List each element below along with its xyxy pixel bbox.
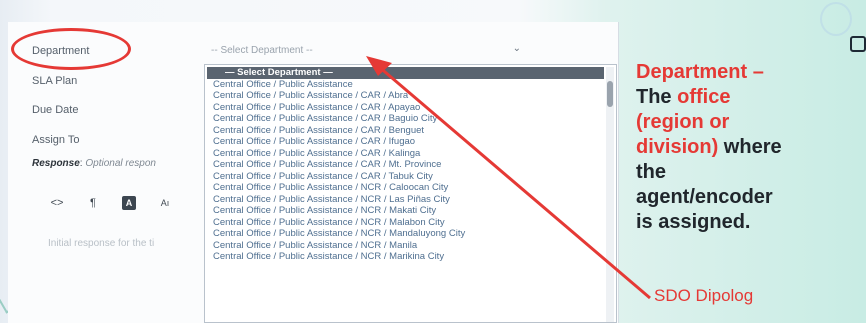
dropdown-option[interactable]: Central Office / Public Assistance / CAR…: [205, 125, 616, 137]
annotation-line3-red: division): [636, 136, 719, 158]
sla-plan-label: SLA Plan: [32, 75, 78, 87]
annotation-line6: is assigned.: [636, 211, 751, 233]
highlight-circle: [11, 28, 131, 70]
dropdown-option[interactable]: Central Office / Public Assistance / CAR…: [205, 171, 616, 183]
department-select[interactable]: -- Select Department -- ⌄: [207, 40, 529, 60]
editor-toolbar: <> ¶ A Aı: [50, 196, 172, 210]
code-view-icon[interactable]: <>: [50, 196, 64, 210]
annotation-line2: (region or: [636, 111, 730, 133]
dropdown-option[interactable]: Central Office / Public Assistance / CAR…: [205, 102, 616, 114]
department-dropdown-list[interactable]: — Select Department — Central Office / Pu…: [204, 64, 617, 323]
response-editor-placeholder[interactable]: Initial response for the ti: [48, 238, 154, 249]
dropdown-option[interactable]: Central Office / Public Assistance / CAR…: [205, 148, 616, 160]
dropdown-option[interactable]: Central Office / Public Assistance / NCR…: [205, 240, 616, 252]
dropdown-option[interactable]: Central Office / Public Assistance: [205, 79, 616, 91]
dropdown-option[interactable]: Central Office / Public Assistance / CAR…: [205, 90, 616, 102]
due-date-label: Due Date: [32, 104, 79, 116]
dropdown-option[interactable]: Central Office / Public Assistance / NCR…: [205, 205, 616, 217]
annotation-line5: agent/encoder: [636, 186, 773, 208]
annotation-title: Department –: [636, 61, 764, 83]
dropdown-scroll-thumb[interactable]: [607, 81, 613, 107]
annotation-text: Department – The office (region or divis…: [636, 60, 856, 235]
annotation-line1-pre: The: [636, 86, 678, 108]
dropdown-option-placeholder[interactable]: — Select Department —: [207, 67, 604, 79]
response-hint: Optional respon: [85, 158, 156, 169]
annotation-line4: the: [636, 161, 666, 183]
dropdown-option[interactable]: Central Office / Public Assistance / NCR…: [205, 217, 616, 229]
dropdown-option[interactable]: Central Office / Public Assistance / NCR…: [205, 251, 616, 263]
annotation-line1-red: office: [677, 86, 731, 108]
paragraph-icon[interactable]: ¶: [86, 196, 100, 210]
decorative-circle: [820, 2, 852, 36]
dropdown-option[interactable]: Central Office / Public Assistance / NCR…: [205, 182, 616, 194]
dropdown-option[interactable]: Central Office / Public Assistance / CAR…: [205, 113, 616, 125]
decorative-square: [850, 36, 866, 52]
assign-to-label: Assign To: [32, 134, 80, 146]
text-color-icon[interactable]: A: [122, 196, 136, 210]
dropdown-option[interactable]: Central Office / Public Assistance / NCR…: [205, 194, 616, 206]
response-label: Response: [32, 158, 80, 169]
chevron-down-icon: ⌄: [512, 43, 521, 54]
dropdown-option[interactable]: Central Office / Public Assistance / NCR…: [205, 228, 616, 240]
dropdown-option[interactable]: Central Office / Public Assistance / CAR…: [205, 159, 616, 171]
font-size-icon[interactable]: Aı: [158, 196, 172, 210]
dropdown-option[interactable]: Central Office / Public Assistance / CAR…: [205, 136, 616, 148]
credit-text: SDO Dipolog: [654, 286, 754, 305]
department-select-value: -- Select Department --: [211, 44, 313, 56]
annotation-line3-post: where: [718, 136, 782, 158]
response-label-row: Response: Optional respon: [32, 158, 156, 169]
